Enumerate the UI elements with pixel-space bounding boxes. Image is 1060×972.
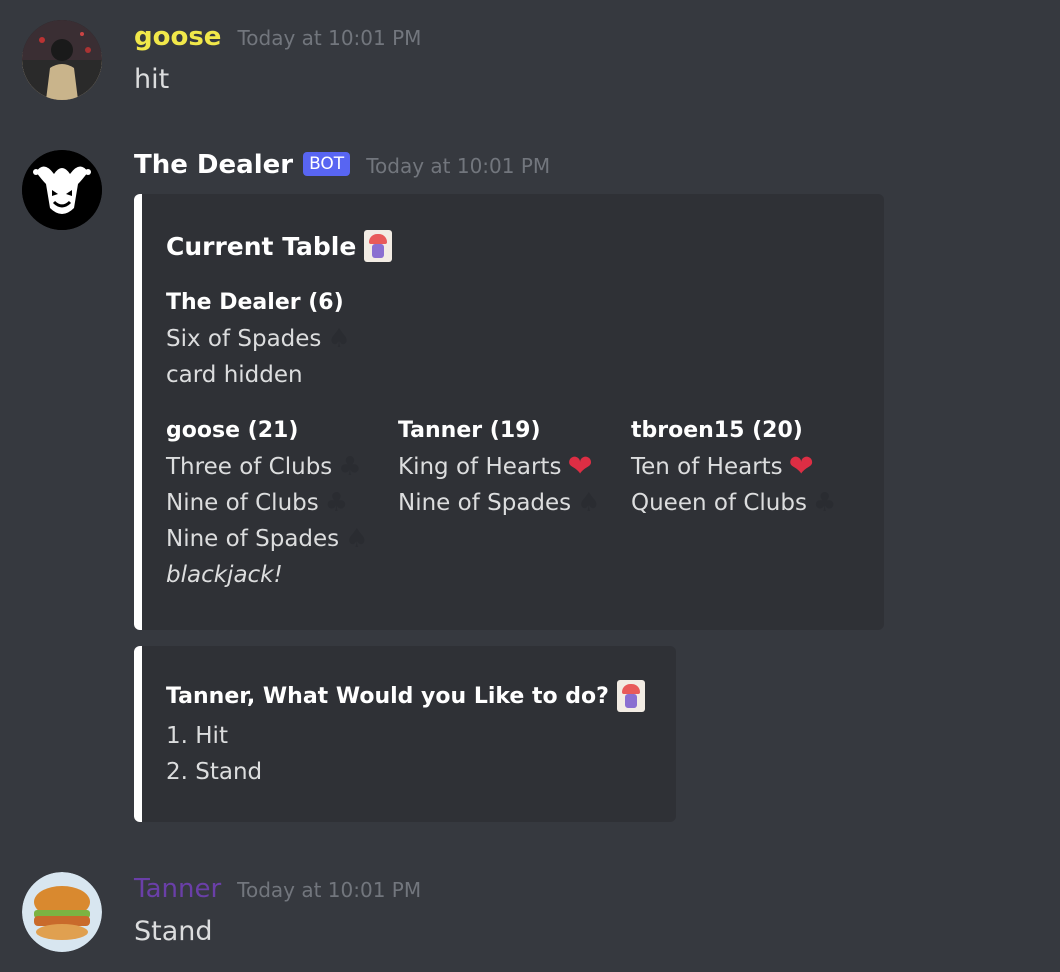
username[interactable]: The Dealer [134,150,293,180]
embed-title: Current Table [166,230,393,262]
card-line: King of Hearts ❤ [398,449,600,485]
avatar-dealer[interactable] [22,150,102,230]
field-player-goose: goose (21) Three of Clubs ♣ Nine of Club… [166,418,368,593]
card-line: Queen of Clubs ♣ [631,485,836,521]
jester-mask-icon [22,150,102,230]
username[interactable]: Tanner [134,874,221,904]
card-line: card hidden [166,357,351,393]
club-icon: ♣ [324,488,349,518]
embed-current-table: Current Table The Dealer (6) Six of Spad… [134,194,884,630]
embed-title-text: Tanner, What Would you Like to do? [166,683,609,709]
card-name: Six of Spades [166,326,322,352]
field-dealer: The Dealer (6) Six of Spades ♠ card hidd… [166,290,351,393]
sandwich-avatar-image [22,872,102,952]
field-player-tbroen15: tbroen15 (20) Ten of Hearts ❤ Queen of C… [631,418,836,521]
embed-title: Tanner, What Would you Like to do? [166,680,645,712]
timestamp: Today at 10:01 PM [237,26,422,50]
joker-card-icon [616,680,645,712]
status-note: blackjack! [166,557,368,593]
card-line: Nine of Spades ♠ [398,485,600,521]
timestamp: Today at 10:01 PM [366,154,551,178]
card-line: Nine of Spades ♠ [166,521,368,557]
card-line: Ten of Hearts ❤ [631,449,836,485]
field-name: tbroen15 (20) [631,418,803,443]
card-name: Ten of Hearts [631,454,783,480]
card-name: Nine of Spades [166,526,340,552]
card-name: Three of Clubs [166,454,333,480]
card-name: Nine of Spades [398,490,572,516]
avatar-image [22,20,102,100]
embed-action-prompt: Tanner, What Would you Like to do? 1. Hi… [134,646,676,822]
heart-icon: ❤ [567,449,593,484]
spade-icon: ♠ [345,524,369,554]
field-player-tanner: Tanner (19) King of Hearts ❤ Nine of Spa… [398,418,600,521]
card-name: King of Hearts [398,454,562,480]
username[interactable]: goose [134,22,221,52]
avatar-tanner[interactable] [22,872,102,952]
bot-badge: BOT [303,152,351,176]
card-name: card hidden [166,362,303,388]
embed-title-text: Current Table [166,231,357,261]
option-stand: 2. Stand [166,759,263,785]
joker-card-icon [364,230,393,262]
card-name: Queen of Clubs [631,490,807,516]
field-name: The Dealer (6) [166,290,344,315]
heart-icon: ❤ [788,449,814,484]
club-icon: ♣ [812,488,837,518]
spade-icon: ♠ [327,324,351,354]
message-text: hit [134,64,170,95]
blackjack-note: blackjack! [166,562,283,588]
avatar-goose[interactable] [22,20,102,100]
field-name: goose (21) [166,418,299,443]
card-name: Nine of Clubs [166,490,319,516]
club-icon: ♣ [338,452,362,482]
card-line: Nine of Clubs ♣ [166,485,368,521]
card-line: Three of Clubs ♣ [166,449,368,485]
timestamp: Today at 10:01 PM [237,878,422,902]
card-line: Six of Spades ♠ [166,321,351,357]
option-hit: 1. Hit [166,723,228,749]
field-name: Tanner (19) [398,418,541,443]
message-text: Stand [134,916,213,947]
spade-icon: ♠ [577,488,601,518]
